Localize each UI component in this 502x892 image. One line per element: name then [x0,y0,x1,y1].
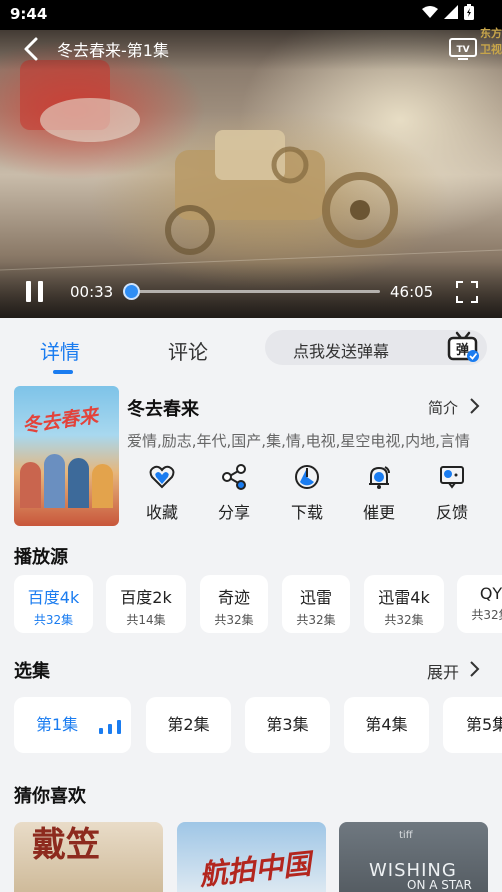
source-item[interactable]: 百度4k 共32集 [14,575,93,633]
expand-link[interactable]: 展开 [427,659,459,683]
source-count: 共32集 [296,613,336,627]
poster-figure [44,454,65,508]
favorite-button[interactable]: 收藏 [137,464,187,524]
episode-item[interactable]: 第5集 [443,697,502,753]
recommend-card[interactable]: 戴笠 [14,822,163,892]
channel-logo: 东方卫视 [480,27,502,56]
source-count: 共32集 [471,608,502,622]
status-icons [422,4,474,20]
source-name: QY [479,584,502,603]
show-title: 冬去春来 [127,399,199,420]
source-name: 迅雷 [299,588,332,607]
source-item[interactable]: 迅雷 共32集 [282,575,350,633]
current-time: 00:33 [70,283,114,301]
recommend-card[interactable]: 航拍中国 [177,822,326,892]
status-time: 9:44 [10,5,48,23]
source-name: 奇迹 [217,588,250,607]
wifi-icon [422,6,438,18]
heart-icon [149,465,175,489]
bell-icon [369,466,390,489]
source-item[interactable]: QY 共32集 [457,575,502,633]
pause-bar-right [38,281,43,302]
feedback-button[interactable]: 反馈 [427,464,477,524]
action-label: 反馈 [435,503,468,522]
share-button[interactable]: 分享 [209,464,259,524]
poster-figure [92,464,113,508]
recommend-title: 猜你喜欢 [14,786,86,807]
tab-comment[interactable]: 评论 [168,336,208,365]
danmaku-placeholder[interactable]: 点我发送弹幕 [293,338,389,362]
video-player[interactable]: 9:44 冬去春来-第1集 TV 东方卫视 00:33 46:05 [0,0,502,318]
episode-label: 第1集 [36,715,79,734]
svg-text:TV: TV [456,45,469,55]
episode-item[interactable]: 第3集 [245,697,330,753]
action-label: 收藏 [145,503,178,522]
recommend-poster-subtitle: ON A STAR [407,878,472,892]
recommend-poster-text: 戴笠 [32,825,100,865]
episode-item[interactable]: 第4集 [344,697,429,753]
tab-indicator [53,370,73,374]
episode-label: 第4集 [365,715,408,734]
source-count: 共14集 [126,613,166,627]
danmaku-icon[interactable]: 弹 [446,331,480,363]
playing-bars-icon [99,720,121,734]
download-icon [295,465,319,489]
source-count: 共32集 [214,613,254,627]
episode-label: 第3集 [266,715,309,734]
festival-badge: tiff [399,830,413,841]
back-arrow-icon[interactable] [18,36,48,62]
download-button[interactable]: 下载 [282,464,332,524]
chevron-right-icon[interactable] [468,660,480,678]
source-count: 共32集 [33,613,74,627]
action-label: 分享 [217,503,250,522]
sources-title: 播放源 [14,547,68,568]
progress-track[interactable] [132,290,380,293]
status-bar: 9:44 [0,0,502,30]
action-label: 下载 [290,503,323,522]
source-item[interactable]: 迅雷4k 共32集 [364,575,444,633]
episode-label: 第2集 [167,715,210,734]
episodes-title: 选集 [14,661,50,682]
source-item[interactable]: 奇迹 共32集 [200,575,268,633]
pause-bar-left [26,281,31,302]
pause-button[interactable] [24,281,46,303]
share-icon [222,464,246,490]
source-name: 百度4k [27,588,80,607]
video-title: 冬去春来-第1集 [57,41,169,60]
tab-detail[interactable]: 详情 [40,336,80,365]
poster-title: 冬去春来 [21,404,100,438]
show-poster[interactable]: 冬去春来 [14,386,119,526]
tv-cast-icon[interactable]: TV [448,37,478,61]
signal-icon [444,5,458,19]
feedback-icon [440,466,464,489]
battery-icon [464,4,474,20]
source-name: 百度2k [120,588,172,607]
episode-item[interactable]: 第1集 [14,697,131,753]
total-time: 46:05 [390,283,434,301]
fullscreen-icon[interactable] [456,281,478,303]
app-screen: 9:44 冬去春来-第1集 TV 东方卫视 00:33 46:05 详情 评论 … [0,0,502,892]
show-tags: 爱情,励志,年代,国产,集,情,电视,星空电视,内地,言情 [127,432,470,450]
source-item[interactable]: 百度2k 共14集 [106,575,186,633]
remind-update-button[interactable]: 催更 [354,464,404,524]
action-label: 催更 [362,503,395,522]
source-name: 迅雷4k [378,588,430,607]
chevron-right-icon[interactable] [468,397,480,415]
recommend-poster-text: 航拍中国 [197,847,313,892]
episode-item[interactable]: 第2集 [146,697,231,753]
episode-label: 第5集 [466,715,502,734]
progress-knob[interactable] [123,283,140,300]
source-count: 共32集 [384,613,424,627]
poster-figure [20,462,41,508]
recommend-card[interactable]: tiff WISHING ON A STAR [339,822,488,892]
poster-figures [20,448,113,508]
poster-figure [68,458,89,508]
intro-link[interactable]: 简介 [428,397,458,418]
